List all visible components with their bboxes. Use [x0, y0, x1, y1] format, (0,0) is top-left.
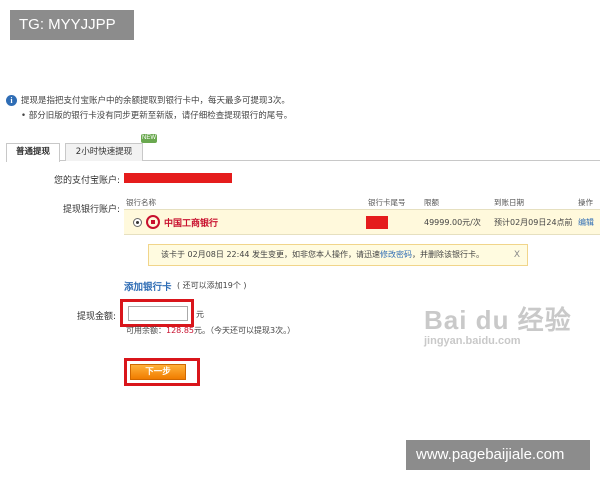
- close-icon[interactable]: X: [514, 245, 520, 265]
- alipay-account-label: 您的支付宝账户:: [53, 176, 120, 186]
- account-radio[interactable]: [133, 218, 142, 227]
- new-badge: NEW: [141, 134, 157, 143]
- alipay-account-redacted: [124, 173, 232, 183]
- amount-label: 提现金额:: [76, 312, 116, 322]
- change-password-link[interactable]: 修改密码: [380, 250, 412, 259]
- amount-unit: 元: [196, 310, 204, 319]
- site-watermark-badge: www.pagebaijiale.com: [406, 440, 590, 470]
- info-icon: i: [6, 95, 17, 106]
- bank-name: 中国工商银行: [164, 219, 219, 229]
- tab-fast-withdraw[interactable]: 2小时快速提现: [65, 143, 143, 161]
- tg-watermark-badge: TG: MYYJJPP: [10, 10, 134, 40]
- tab-normal-withdraw[interactable]: 普通提现: [6, 143, 60, 162]
- notice-line-2: • 部分旧版的银行卡没有同步更新至新版，请仔细检查提现银行的尾号。: [21, 111, 293, 121]
- next-button[interactable]: 下一步: [130, 364, 186, 380]
- header-limit: 限额: [424, 198, 439, 207]
- header-action: 操作: [578, 198, 593, 207]
- baidu-jingyan-watermark: Bai du 经验 jingyan.baidu.com: [424, 305, 572, 347]
- change-warning: 该卡于 02月08日 22:44 发生变更，如非您本人操作，请迅速修改密码，并删…: [148, 244, 528, 266]
- limit-value: 49999.00元/次: [424, 218, 481, 227]
- amount-input[interactable]: [128, 306, 188, 321]
- next-highlight: 下一步: [124, 358, 200, 386]
- header-card-tail: 银行卡尾号: [368, 198, 406, 207]
- table-row[interactable]: 中国工商银行 49999.00元/次 预计02月09日24点前 编辑: [124, 209, 600, 235]
- notice-line-1: i 提现是指把支付宝账户中的余额提取到银行卡中，每天最多可提现3次。: [6, 94, 596, 109]
- amount-highlight: [120, 299, 194, 327]
- card-tail-redacted: [366, 216, 388, 229]
- tab-bar: 普通提现 2小时快速提现: [6, 143, 600, 162]
- header-arrival: 到账日期: [494, 198, 524, 207]
- notice-panel: i 提现是指把支付宝账户中的余额提取到银行卡中，每天最多可提现3次。 • 部分旧版…: [6, 94, 596, 124]
- edit-link[interactable]: 编辑: [578, 217, 594, 228]
- header-bank-name: 银行名称: [126, 198, 156, 207]
- balance-amount: 128.85: [166, 326, 194, 335]
- add-bank-card-link[interactable]: 添加银行卡: [124, 279, 172, 293]
- table-header: 银行名称 银行卡尾号 限额 到账日期 操作: [124, 196, 600, 209]
- add-card-remaining: ( 还可以添加19个 ): [177, 281, 247, 290]
- bank-account-label: 提现银行账户:: [62, 205, 120, 215]
- arrival-value: 预计02月09日24点前: [494, 218, 573, 227]
- available-balance: 可用余额：128.85元。（今天还可以提现3次。）: [126, 326, 296, 335]
- icbc-logo-icon: [146, 215, 160, 229]
